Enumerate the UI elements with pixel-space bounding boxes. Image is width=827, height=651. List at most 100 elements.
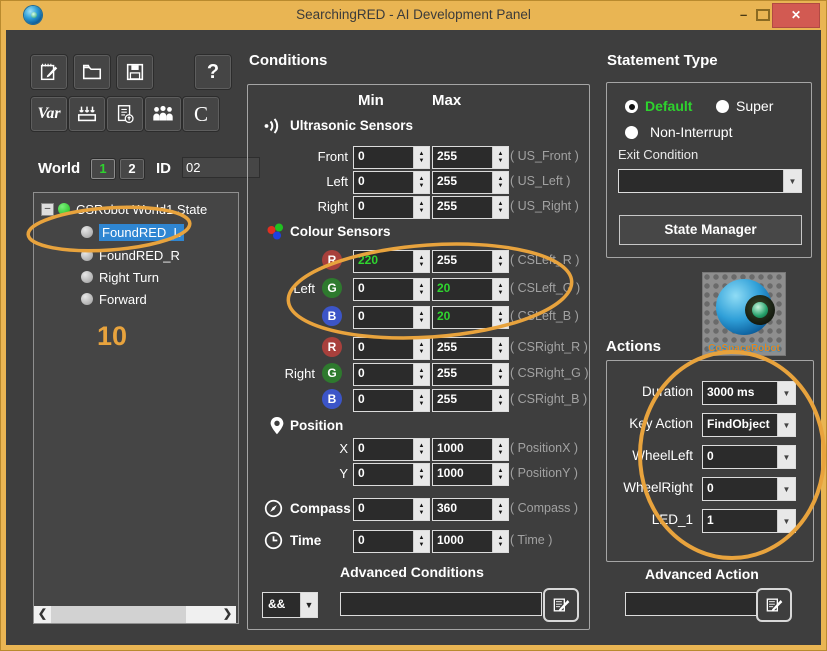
min-spinner[interactable]: 0 ▲ ▼ <box>353 196 430 219</box>
key-action-dropdown[interactable]: FindObject ▼ <box>702 413 796 437</box>
max-spinner[interactable]: 255 ▲ ▼ <box>432 146 509 169</box>
min-spinner[interactable]: 0 ▲ ▼ <box>353 389 430 412</box>
max-spinner[interactable]: 1000 ▲ ▼ <box>432 463 509 486</box>
spinner-arrows-icon[interactable]: ▲ ▼ <box>413 439 429 460</box>
tree-item[interactable]: Right Turn <box>81 267 159 287</box>
operator-dropdown[interactable]: && ▼ <box>262 592 318 618</box>
radio-default[interactable] <box>625 100 638 113</box>
close-button[interactable]: ✕ <box>772 3 820 28</box>
radio-non-interrupt[interactable] <box>625 126 638 139</box>
radio-default-label[interactable]: Default <box>645 98 692 114</box>
max-spinner[interactable]: 360 ▲ ▼ <box>432 498 509 521</box>
minimize-button[interactable]: – <box>740 8 747 21</box>
radio-super-label[interactable]: Super <box>736 98 773 114</box>
wheel-right-dropdown[interactable]: 0 ▼ <box>702 477 796 501</box>
radio-non-interrupt-label[interactable]: Non-Interrupt <box>650 124 732 140</box>
spinner-arrows-icon[interactable]: ▲ ▼ <box>413 251 429 272</box>
maximize-button[interactable] <box>756 9 770 21</box>
tree-item-label[interactable]: Forward <box>99 292 147 307</box>
advanced-conditions-input[interactable] <box>340 592 542 616</box>
min-spinner[interactable]: 0 ▲ ▼ <box>353 498 430 521</box>
max-spinner[interactable]: 20 ▲ ▼ <box>432 306 509 329</box>
spinner-arrows-icon[interactable]: ▲ ▼ <box>413 364 429 385</box>
min-spinner[interactable]: 0 ▲ ▼ <box>353 438 430 461</box>
new-edit-button[interactable] <box>30 54 68 90</box>
spinner-arrows-icon[interactable]: ▲ ▼ <box>492 499 508 520</box>
variables-button[interactable]: Var <box>30 96 68 132</box>
exit-condition-dropdown[interactable]: ▼ <box>618 169 802 193</box>
spinner-arrows-icon[interactable]: ▲ ▼ <box>492 364 508 385</box>
max-spinner[interactable]: 255 ▲ ▼ <box>432 196 509 219</box>
tree-item-label[interactable]: Right Turn <box>99 270 159 285</box>
tree-item[interactable]: Forward <box>81 289 147 309</box>
spinner-arrows-icon[interactable]: ▲ ▼ <box>413 307 429 328</box>
chevron-down-icon[interactable]: ▼ <box>300 593 317 617</box>
spinner-arrows-icon[interactable]: ▲ ▼ <box>413 172 429 193</box>
spinner-arrows-icon[interactable]: ▲ ▼ <box>492 197 508 218</box>
min-spinner[interactable]: 0 ▲ ▼ <box>353 530 430 553</box>
spinner-arrows-icon[interactable]: ▲ ▼ <box>413 147 429 168</box>
max-spinner[interactable]: 255 ▲ ▼ <box>432 363 509 386</box>
max-spinner[interactable]: 255 ▲ ▼ <box>432 171 509 194</box>
max-spinner[interactable]: 255 ▲ ▼ <box>432 389 509 412</box>
spinner-arrows-icon[interactable]: ▲ ▼ <box>492 251 508 272</box>
scrollbar-thumb[interactable] <box>51 606 186 623</box>
help-button[interactable]: ? <box>194 54 232 90</box>
team-button[interactable] <box>144 96 182 132</box>
state-manager-button[interactable]: State Manager <box>619 215 802 245</box>
tree-item-label[interactable]: FoundRED_R <box>99 248 180 263</box>
spinner-arrows-icon[interactable]: ▲ ▼ <box>492 147 508 168</box>
edit-action-button[interactable] <box>756 588 792 622</box>
min-spinner[interactable]: 0 ▲ ▼ <box>353 171 430 194</box>
world-1-button[interactable]: 1 <box>90 158 116 180</box>
spinner-arrows-icon[interactable]: ▲ ▼ <box>413 279 429 300</box>
spinner-arrows-icon[interactable]: ▲ ▼ <box>413 338 429 359</box>
spinner-arrows-icon[interactable]: ▲ ▼ <box>413 197 429 218</box>
min-spinner[interactable]: 0 ▲ ▼ <box>353 337 430 360</box>
min-spinner[interactable]: 0 ▲ ▼ <box>353 306 430 329</box>
spinner-arrows-icon[interactable]: ▲ ▼ <box>413 390 429 411</box>
led1-dropdown[interactable]: 1 ▼ <box>702 509 796 533</box>
chevron-down-icon[interactable]: ▼ <box>777 446 795 468</box>
collapse-icon[interactable]: – <box>41 202 54 216</box>
wheel-left-dropdown[interactable]: 0 ▼ <box>702 445 796 469</box>
scroll-right-icon[interactable]: ❯ <box>219 606 236 623</box>
max-spinner[interactable]: 255 ▲ ▼ <box>432 337 509 360</box>
max-spinner[interactable]: 1000 ▲ ▼ <box>432 530 509 553</box>
save-button[interactable] <box>116 54 154 90</box>
spinner-arrows-icon[interactable]: ▲ ▼ <box>492 279 508 300</box>
spinner-arrows-icon[interactable]: ▲ ▼ <box>413 464 429 485</box>
tree-item-label-selected[interactable]: FoundRED_L <box>99 223 184 241</box>
spinner-arrows-icon[interactable]: ▲ ▼ <box>492 531 508 552</box>
tree-item[interactable]: FoundRED_R <box>81 245 180 265</box>
min-spinner[interactable]: 0 ▲ ▼ <box>353 463 430 486</box>
c-code-button[interactable]: C <box>182 96 220 132</box>
min-spinner[interactable]: 0 ▲ ▼ <box>353 278 430 301</box>
spinner-arrows-icon[interactable]: ▲ ▼ <box>413 531 429 552</box>
spinner-arrows-icon[interactable]: ▲ ▼ <box>492 464 508 485</box>
duration-dropdown[interactable]: 3000 ms ▼ <box>702 381 796 405</box>
chevron-down-icon[interactable]: ▼ <box>777 510 795 532</box>
tree-root-row[interactable]: – CSRobot World1 State <box>41 199 207 219</box>
spinner-arrows-icon[interactable]: ▲ ▼ <box>492 307 508 328</box>
chevron-down-icon[interactable]: ▼ <box>777 382 795 404</box>
chevron-down-icon[interactable]: ▼ <box>783 170 801 192</box>
radio-super[interactable] <box>716 100 729 113</box>
max-spinner[interactable]: 1000 ▲ ▼ <box>432 438 509 461</box>
open-folder-button[interactable] <box>73 54 111 90</box>
scroll-left-icon[interactable]: ❮ <box>34 606 51 623</box>
min-spinner[interactable]: 0 ▲ ▼ <box>353 146 430 169</box>
tree-item[interactable]: FoundRED_L <box>81 222 184 242</box>
world-2-button[interactable]: 2 <box>119 158 145 180</box>
min-spinner[interactable]: 220 ▲ ▼ <box>353 250 430 273</box>
spinner-arrows-icon[interactable]: ▲ ▼ <box>492 390 508 411</box>
spinner-arrows-icon[interactable]: ▲ ▼ <box>492 172 508 193</box>
advanced-action-input[interactable] <box>625 592 757 616</box>
spinner-arrows-icon[interactable]: ▲ ▼ <box>413 499 429 520</box>
max-spinner[interactable]: 255 ▲ ▼ <box>432 250 509 273</box>
export-document-button[interactable] <box>106 96 144 132</box>
spinner-arrows-icon[interactable]: ▲ ▼ <box>492 439 508 460</box>
min-spinner[interactable]: 0 ▲ ▼ <box>353 363 430 386</box>
state-tree[interactable]: – CSRobot World1 State FoundRED_L FoundR… <box>33 192 239 624</box>
max-spinner[interactable]: 20 ▲ ▼ <box>432 278 509 301</box>
